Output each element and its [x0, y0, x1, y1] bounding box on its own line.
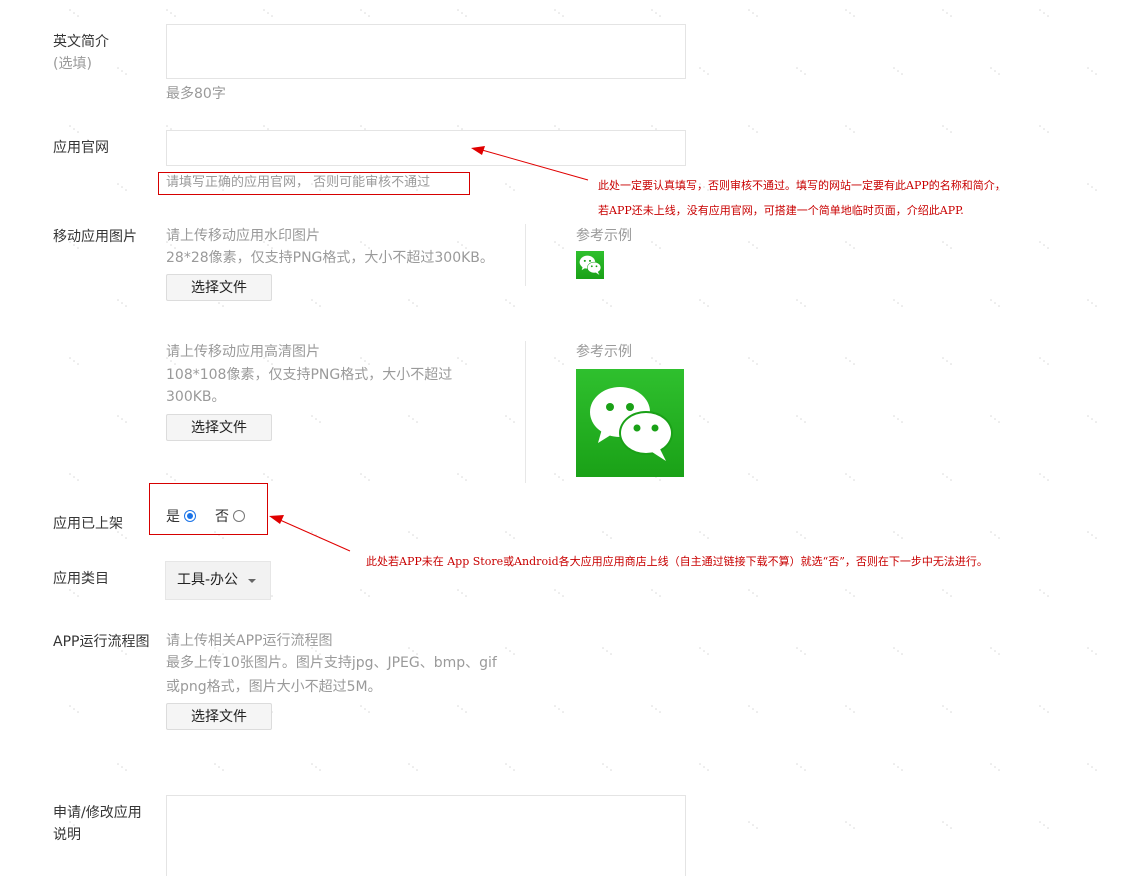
- flow-chart-upload-spec-line1: 最多上传10张图片。图片支持jpg、JPEG、bmp、gif: [166, 655, 497, 671]
- watermark-choose-file-button[interactable]: 选择文件: [166, 274, 272, 301]
- listed-yes-radio[interactable]: [184, 510, 196, 522]
- application-note-textarea[interactable]: [166, 795, 686, 876]
- application-note-label: 申请/修改应用 说明: [53, 802, 142, 846]
- listed-label: 应用已上架: [53, 516, 123, 532]
- listed-no-label: 否: [215, 509, 229, 525]
- wechat-logo-large-icon: [576, 369, 684, 477]
- chevron-down-icon: [248, 579, 256, 583]
- website-annotation-line2: 若APP还未上线，没有应用官网，可搭建一个简单地临时页面，介绍此APP.: [598, 204, 964, 217]
- listed-yes-label: 是: [166, 509, 180, 525]
- hd-choose-file-button[interactable]: 选择文件: [166, 414, 272, 441]
- listed-annotation: 此处若APP未在 App Store或Android各大应用应用商店上线（自主通…: [366, 555, 988, 568]
- hd-upload-spec-line1: 108*108像素，仅支持PNG格式，大小不超过: [166, 367, 453, 383]
- flow-chart-upload-spec-line2: 或png格式，图片大小不超过5M。: [166, 679, 382, 695]
- category-select-value: 工具-办公: [177, 572, 239, 588]
- flow-chart-upload-title: 请上传相关APP运行流程图: [166, 633, 333, 649]
- mobile-images-label: 移动应用图片: [53, 229, 137, 245]
- hd-upload-title: 请上传移动应用高清图片: [166, 344, 320, 360]
- hd-divider: [525, 341, 526, 483]
- application-note-label-line2: 说明: [53, 827, 81, 843]
- website-annotation-line1: 此处一定要认真填写，否则审核不通过。填写的网站一定要有此APP的名称和简介，: [598, 179, 1006, 192]
- hd-example-label: 参考示例: [576, 344, 632, 360]
- category-label: 应用类目: [53, 571, 109, 587]
- watermark-upload-title: 请上传移动应用水印图片: [166, 228, 320, 244]
- wechat-logo-icon: [576, 251, 604, 279]
- hd-upload-spec-line2: 300KB。: [166, 389, 226, 405]
- watermark-upload-spec: 28*28像素，仅支持PNG格式，大小不超过300KB。: [166, 250, 494, 266]
- listed-no-radio[interactable]: [233, 510, 245, 522]
- watermark-divider: [525, 224, 526, 286]
- watermark-example-label: 参考示例: [576, 228, 632, 244]
- flow-chart-choose-file-button[interactable]: 选择文件: [166, 703, 272, 730]
- flow-chart-label: APP运行流程图: [53, 634, 150, 650]
- category-select[interactable]: 工具-办公: [165, 561, 271, 600]
- application-note-label-line1: 申请/修改应用: [53, 805, 142, 821]
